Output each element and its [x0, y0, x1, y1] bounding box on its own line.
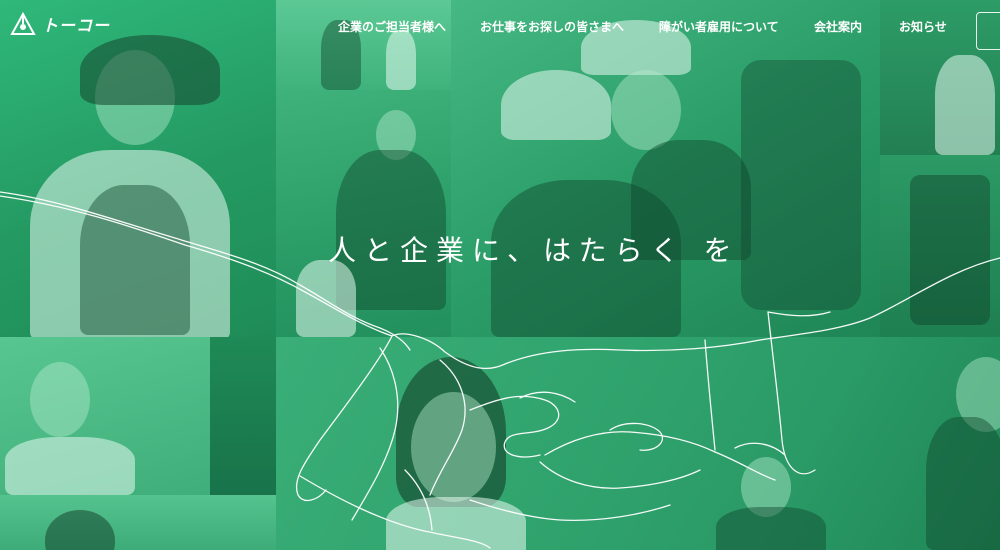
- hero-headline: 人と企業に、はたらく を: [328, 233, 740, 267]
- menu-icon[interactable]: [976, 12, 1000, 50]
- nav-item-disability-employment[interactable]: 障がい者雇用について: [659, 18, 779, 35]
- triangle-logo-icon: [10, 12, 36, 35]
- nav-item-news[interactable]: お知らせ: [899, 18, 947, 35]
- handshake-line-illustration: [0, 191, 1000, 549]
- logo-wordmark: トーコー: [42, 16, 111, 35]
- nav-item-for-companies[interactable]: 企業のご担当者様へ: [338, 18, 446, 35]
- nav-item-for-job-seekers[interactable]: お仕事をお探しの皆さまへ: [480, 18, 624, 35]
- company-logo[interactable]: トーコー: [10, 12, 110, 36]
- nav-item-company-info[interactable]: 会社案内: [814, 18, 862, 35]
